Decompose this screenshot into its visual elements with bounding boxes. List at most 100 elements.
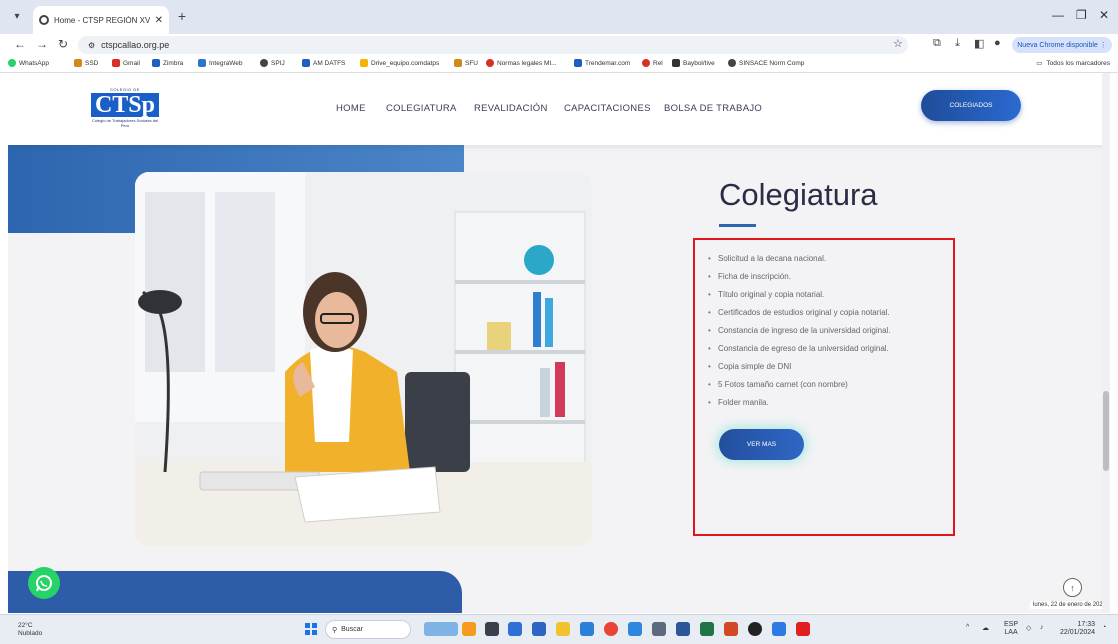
chrome-update-button[interactable]: Nueva Chrome disponible ⋮: [1012, 37, 1112, 53]
taskbar-search[interactable]: ⚲ Buscar: [325, 620, 411, 639]
scroll-to-top-button[interactable]: ↑: [1063, 578, 1082, 597]
app-icon[interactable]: [772, 622, 786, 636]
reload-icon[interactable]: ↻: [58, 37, 68, 51]
bookmark-label: IntegraWeb: [209, 59, 243, 67]
bookmark-item[interactable]: Zimbra: [152, 59, 183, 67]
bookmark-item[interactable]: Normas legales MI...: [486, 59, 557, 67]
lang-top: ESP: [1004, 621, 1019, 628]
nav-bolsa-de-trabajo[interactable]: BOLSA DE TRABAJO: [664, 103, 762, 114]
bookmark-label: Gmail: [123, 59, 140, 67]
globe-icon: [260, 59, 268, 67]
ver-mas-button[interactable]: VER MAS: [719, 429, 804, 460]
acrobat-icon[interactable]: [796, 622, 810, 636]
tab-close-icon[interactable]: ✕: [155, 15, 163, 26]
clock-date: 22/01/2024: [1060, 629, 1096, 636]
list-item: 5 Fotos tamaño carnet (con nombre): [708, 376, 948, 394]
all-bookmarks-button[interactable]: ▭ Todos los marcadores: [1036, 59, 1110, 68]
nav-colegiatura[interactable]: COLEGIATURA: [386, 103, 457, 114]
bookmark-star-icon[interactable]: ☆: [893, 37, 903, 50]
bookmark-item[interactable]: SINSACE Norm Comp: [728, 59, 804, 67]
update-label: Nueva Chrome disponible: [1017, 41, 1098, 49]
powerpoint-icon[interactable]: [724, 622, 738, 636]
site-logo[interactable]: COLEGIO DE CTSp Colegio de Trabajadores …: [90, 87, 160, 137]
taskview-icon[interactable]: [485, 622, 499, 636]
edge-icon[interactable]: [580, 622, 594, 636]
gmail-icon: [112, 59, 120, 67]
bookmark-label: Zimbra: [163, 59, 184, 67]
clock[interactable]: 17:33 22/01/2024: [1060, 621, 1095, 637]
peru-flag-icon: [642, 59, 650, 67]
search-placeholder: Buscar: [341, 626, 363, 633]
weather-widget[interactable]: 22°C Nublado: [18, 622, 42, 638]
colegiados-label: COLEGIADOS: [949, 102, 993, 109]
minimize-icon[interactable]: —: [1052, 8, 1064, 22]
news-widget-icon[interactable]: [424, 622, 458, 636]
chrome-icon[interactable]: [604, 622, 618, 636]
address-bar[interactable]: ⚙ ctspcallao.org.pe: [78, 36, 908, 54]
bookmark-item[interactable]: SPIJ: [260, 59, 285, 67]
site-info-icon[interactable]: ⚙: [88, 41, 95, 50]
page-scrollbar[interactable]: [1102, 73, 1110, 613]
whatsapp-icon: [36, 575, 52, 592]
app-icon[interactable]: [462, 622, 476, 636]
notification-icon[interactable]: ◔: [1102, 624, 1106, 631]
web-page: COLEGIO DE CTSp Colegio de Trabajadores …: [8, 73, 1110, 613]
bookmark-icon: [454, 59, 462, 67]
browser-tab-active[interactable]: Home - CTSP REGIÓN XV CALL ✕: [33, 6, 169, 34]
restore-icon[interactable]: ❐: [1076, 8, 1087, 22]
bookmark-item[interactable]: AM DATFS: [302, 59, 345, 67]
chat-icon[interactable]: [508, 622, 522, 636]
tab-title: Home - CTSP REGIÓN XV CALL: [54, 15, 150, 25]
bookmark-item[interactable]: Rel: [642, 59, 663, 67]
app-icon[interactable]: [652, 622, 666, 636]
url-text: ctspcallao.org.pe: [101, 40, 170, 50]
bookmark-item[interactable]: WhatsApp: [8, 59, 49, 67]
forward-icon[interactable]: →: [36, 37, 48, 51]
colegiados-button[interactable]: COLEGIADOS: [921, 90, 1021, 121]
date-tooltip: lunes, 22 de enero de 2024: [1030, 601, 1110, 609]
whatsapp-chat-button[interactable]: [28, 567, 60, 599]
nav-capacitaciones[interactable]: CAPACITACIONES: [564, 103, 651, 114]
profile-avatar-icon[interactable]: ●: [994, 37, 1001, 49]
app-icon[interactable]: [628, 622, 642, 636]
bookmark-item[interactable]: Baybol/tive: [672, 59, 715, 67]
bookmark-label: Normas legales MI...: [497, 59, 557, 67]
bookmark-item[interactable]: SSD: [74, 59, 98, 67]
volume-icon[interactable]: ♪: [1040, 624, 1044, 631]
nav-revalidacion[interactable]: REVALIDACIÓN: [474, 103, 548, 114]
nav-home[interactable]: HOME: [336, 103, 366, 114]
word-icon[interactable]: [676, 622, 690, 636]
cloud-icon[interactable]: ☁: [982, 624, 989, 632]
close-window-icon[interactable]: ✕: [1099, 8, 1109, 22]
network-icon[interactable]: ◇: [1026, 624, 1031, 632]
bookmark-item[interactable]: Trendemar.com: [574, 59, 630, 67]
windows-start-icon[interactable]: [305, 623, 317, 635]
scrollbar-thumb[interactable]: [1103, 391, 1109, 471]
language-indicator[interactable]: ESP LAA: [1004, 621, 1018, 637]
sidepanel-icon[interactable]: ◧: [974, 37, 984, 50]
windows-taskbar: 22°C Nublado ⚲ Buscar ^ ☁ ESP LAA ◇ ♪ 17…: [0, 614, 1118, 644]
browser-toolbar: ← → ↻ ⚙ ctspcallao.org.pe ☆ ⧉ ⤓ ◧ ● Nuev…: [0, 34, 1118, 56]
bookmark-label: SSD: [85, 59, 99, 67]
bookmark-item[interactable]: SFU: [454, 59, 478, 67]
bookmark-label: AM DATFS: [313, 59, 346, 67]
tray-expand-icon[interactable]: ^: [966, 624, 969, 631]
bookmark-item[interactable]: Drive_equipo.comdatps: [360, 59, 439, 67]
file-explorer-icon[interactable]: [556, 622, 570, 636]
app-icon[interactable]: [748, 622, 762, 636]
list-item: Copia simple de DNI: [708, 358, 948, 376]
weather-temp: 22°C: [18, 622, 33, 629]
bookmark-label: SINSACE Norm Comp: [739, 59, 805, 67]
download-icon[interactable]: ⤓: [955, 37, 960, 50]
excel-icon[interactable]: [700, 622, 714, 636]
bookmark-icon: [74, 59, 82, 67]
all-bookmarks-label: Todos los marcadores: [1046, 59, 1110, 67]
title-underline: [719, 224, 756, 227]
tab-search-icon[interactable]: ▾: [8, 8, 26, 26]
new-tab-icon[interactable]: +: [173, 8, 191, 24]
extensions-icon[interactable]: ⧉: [933, 37, 941, 50]
bookmark-item[interactable]: IntegraWeb: [198, 59, 242, 67]
back-icon[interactable]: ←: [14, 37, 26, 51]
bookmark-item[interactable]: Gmail: [112, 59, 140, 67]
app-icon[interactable]: [532, 622, 546, 636]
